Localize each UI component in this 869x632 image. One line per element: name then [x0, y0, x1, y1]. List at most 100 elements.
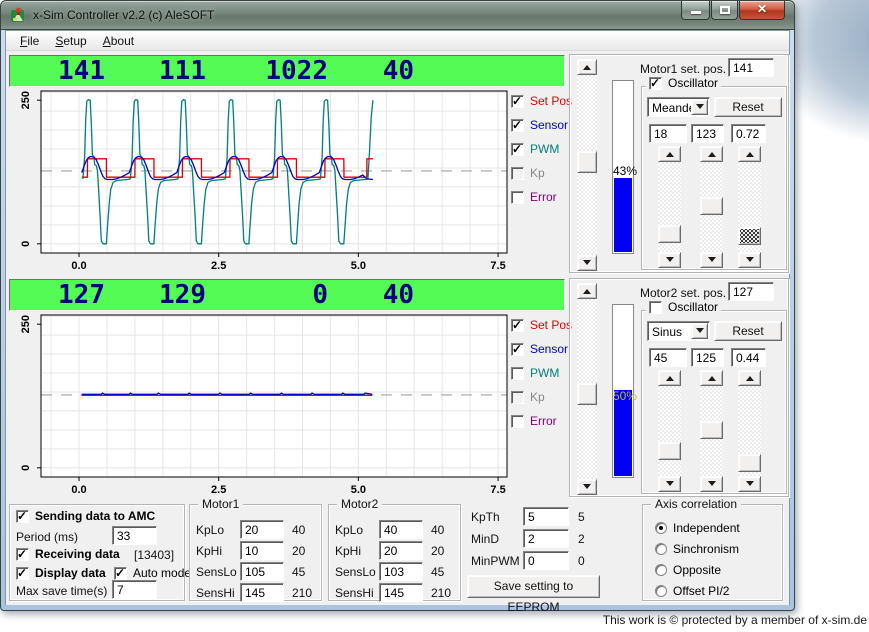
scroll-thumb[interactable]	[700, 421, 723, 439]
radio-button[interactable]	[655, 585, 667, 597]
scroll-down-button[interactable]	[738, 476, 761, 492]
kp-field[interactable]: 0	[523, 551, 569, 570]
oscillator-checkbox[interactable]	[649, 301, 662, 314]
axis-radio-sinchronism[interactable]: Sinchronism	[655, 542, 739, 556]
save-eeprom-button[interactable]: Save setting to EEPROM	[467, 575, 600, 598]
auto-mode-checkbox-row[interactable]: Auto mode	[114, 566, 191, 580]
axis-radio-opposite[interactable]: Opposite	[655, 563, 721, 577]
param-field[interactable]: 20	[379, 541, 423, 560]
menu-item-setup[interactable]: Setup	[47, 32, 94, 50]
scroll-thumb[interactable]	[738, 454, 761, 472]
waveform-dropdown[interactable]: Sinus	[647, 321, 710, 341]
sending-data-checkbox-row[interactable]: Sending data to AMC	[16, 509, 155, 523]
checkbox[interactable]	[511, 167, 524, 180]
checkbox[interactable]	[511, 391, 524, 404]
oscillator-param-field[interactable]: 18	[649, 124, 687, 143]
legend-checkbox-kp[interactable]: Kp	[511, 390, 545, 404]
param-field[interactable]: 10	[240, 541, 284, 560]
legend-checkbox-set-pos[interactable]: Set Pos	[511, 318, 572, 332]
param-field[interactable]: 145	[240, 583, 284, 602]
param-field[interactable]: 105	[240, 562, 284, 581]
dropdown-button[interactable]	[691, 323, 708, 339]
close-button[interactable]: ✕	[739, 1, 785, 20]
param-field[interactable]: 145	[379, 583, 423, 602]
checkbox[interactable]	[511, 319, 524, 332]
checkbox[interactable]	[511, 415, 524, 428]
reset-button[interactable]: Reset	[714, 321, 782, 341]
checkbox[interactable]	[511, 367, 524, 380]
set-pos-field[interactable]: 127	[728, 282, 774, 301]
scroll-up-button[interactable]	[700, 370, 723, 386]
scroll-thumb[interactable]	[658, 225, 681, 243]
maximize-button[interactable]	[711, 1, 738, 20]
menu-item-about[interactable]: About	[95, 32, 142, 50]
receiving-data-checkbox-row[interactable]: Receiving data	[16, 547, 120, 561]
period-field[interactable]: 33	[112, 526, 157, 545]
menu-item-file[interactable]: File	[12, 32, 47, 50]
radio-button[interactable]	[655, 564, 667, 576]
checkbox[interactable]	[16, 567, 29, 580]
param-field[interactable]: 20	[240, 520, 284, 539]
oscillator-checkbox-row[interactable]: Oscillator	[646, 300, 721, 314]
axis-radio-independent[interactable]: Independent	[655, 521, 740, 535]
scroll-up-button[interactable]	[738, 146, 761, 162]
axis-radio-offset-pi-2[interactable]: Offset PI/2	[655, 584, 729, 598]
scroll-up-button[interactable]	[700, 146, 723, 162]
checkbox[interactable]	[511, 191, 524, 204]
scroll-down-button[interactable]	[700, 252, 723, 268]
scroll-thumb[interactable]	[577, 151, 597, 173]
legend-checkbox-pwm[interactable]: PWM	[511, 366, 559, 380]
legend-checkbox-error[interactable]: Error	[511, 414, 557, 428]
legend-checkbox-sensor[interactable]: Sensor	[511, 118, 568, 132]
set-pos-field[interactable]: 141	[728, 58, 774, 77]
scroll-track[interactable]	[658, 386, 681, 476]
oscillator-checkbox-row[interactable]: Oscillator	[646, 76, 721, 90]
oscillator-param-field[interactable]: 45	[649, 348, 687, 367]
legend-checkbox-sensor[interactable]: Sensor	[511, 342, 568, 356]
checkbox[interactable]	[511, 143, 524, 156]
scroll-up-button[interactable]	[738, 370, 761, 386]
scroll-down-button[interactable]	[577, 479, 597, 495]
scroll-up-button[interactable]	[577, 59, 597, 75]
oscillator-param-field[interactable]: 125	[691, 348, 724, 367]
reset-button[interactable]: Reset	[714, 97, 782, 117]
scroll-up-button[interactable]	[658, 146, 681, 162]
oscillator-param-field[interactable]: 123	[691, 124, 724, 143]
display-data-checkbox-row[interactable]: Display data	[16, 566, 106, 580]
checkbox[interactable]	[16, 510, 29, 523]
scroll-down-button[interactable]	[658, 476, 681, 492]
oscillator-param-field[interactable]: 0.44	[731, 348, 766, 367]
param-field[interactable]: 103	[379, 562, 423, 581]
checkbox[interactable]	[16, 548, 29, 561]
param-field[interactable]: 40	[379, 520, 423, 539]
checkbox[interactable]	[511, 95, 524, 108]
radio-button[interactable]	[655, 543, 667, 555]
scroll-down-button[interactable]	[738, 252, 761, 268]
scroll-down-button[interactable]	[577, 255, 597, 271]
oscillator-checkbox[interactable]	[649, 77, 662, 90]
legend-checkbox-error[interactable]: Error	[511, 190, 557, 204]
scroll-down-button[interactable]	[700, 476, 723, 492]
scroll-thumb[interactable]	[738, 227, 761, 245]
minimize-button[interactable]	[681, 1, 710, 20]
dropdown-button[interactable]	[691, 99, 708, 115]
scroll-thumb[interactable]	[700, 197, 723, 215]
radio-button[interactable]	[655, 522, 667, 534]
scroll-thumb[interactable]	[577, 383, 597, 405]
scroll-up-button[interactable]	[658, 370, 681, 386]
checkbox[interactable]	[511, 343, 524, 356]
max-save-field[interactable]: 7	[112, 580, 157, 599]
legend-checkbox-kp[interactable]: Kp	[511, 166, 545, 180]
scroll-thumb[interactable]	[658, 442, 681, 460]
legend-checkbox-set-pos[interactable]: Set Pos	[511, 94, 572, 108]
checkbox[interactable]	[511, 119, 524, 132]
waveform-dropdown[interactable]: Meande	[647, 97, 710, 117]
oscillator-param-field[interactable]: 0.72	[731, 124, 766, 143]
titlebar[interactable]: x-Sim Controller v2.2 (c) AleSOFT ✕	[0, 0, 795, 30]
legend-checkbox-pwm[interactable]: PWM	[511, 142, 559, 156]
checkbox[interactable]	[114, 567, 127, 580]
kp-field[interactable]: 2	[523, 529, 569, 548]
scroll-up-button[interactable]	[577, 283, 597, 299]
kp-field[interactable]: 5	[523, 507, 569, 526]
scroll-down-button[interactable]	[658, 252, 681, 268]
